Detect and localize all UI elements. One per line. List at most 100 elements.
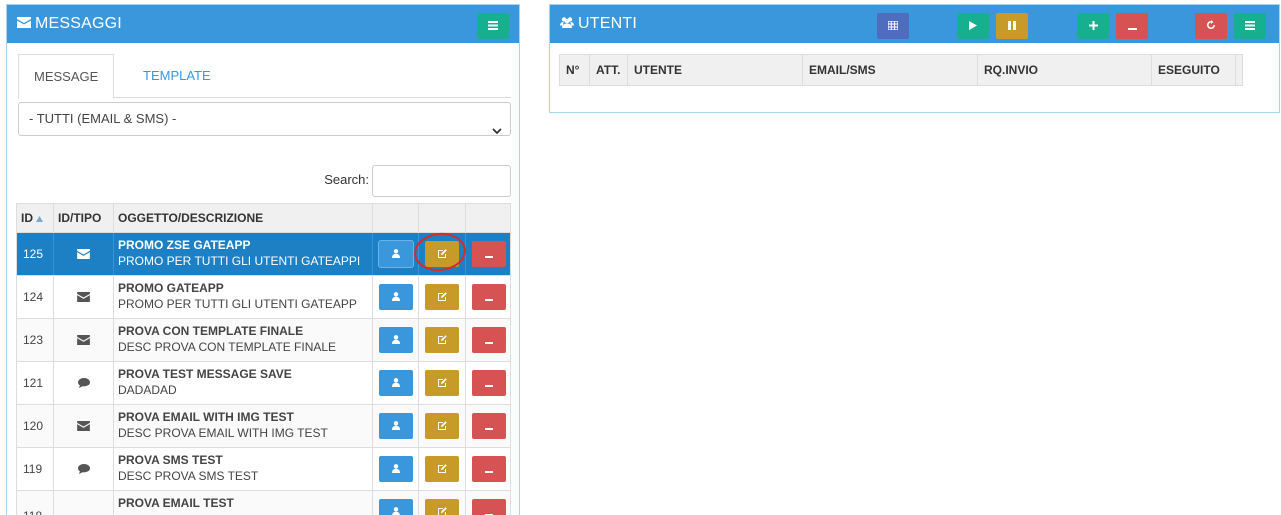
search-input[interactable] xyxy=(372,165,511,197)
add-user-button[interactable] xyxy=(1077,13,1109,39)
refresh-icon xyxy=(1206,17,1216,35)
row-id: 123 xyxy=(17,319,54,361)
play-button[interactable] xyxy=(957,13,989,39)
edit-button[interactable] xyxy=(425,327,459,353)
envelope-icon xyxy=(17,15,31,33)
row-description: PROVA EMAIL WITH IMG TEST DESC PROVA EMA… xyxy=(114,405,373,447)
users-button[interactable] xyxy=(379,370,413,396)
col-eseguito[interactable]: ESEGUITO xyxy=(1152,55,1236,85)
users-button[interactable] xyxy=(379,456,413,482)
row-subtitle: DESC PROVA CON TEMPLATE FINALE xyxy=(118,340,337,354)
row-title: PROVA EMAIL TEST xyxy=(118,496,234,510)
message-type-select[interactable]: - TUTTI (EMAIL & SMS) - xyxy=(18,102,511,136)
users-button[interactable] xyxy=(379,241,413,267)
sort-asc-icon xyxy=(36,211,44,225)
row-title: PROVA TEST MESSAGE SAVE xyxy=(118,367,292,381)
utenti-table-header: N° ATT. UTENTE EMAIL/SMS RQ.INVIO ESEGUI… xyxy=(559,54,1243,86)
col-rq-invio[interactable]: RQ.INVIO xyxy=(978,55,1152,85)
delete-button[interactable] xyxy=(472,413,506,439)
tab-message[interactable]: MESSAGE xyxy=(18,54,115,99)
utenti-menu-button[interactable] xyxy=(1234,13,1266,39)
col-utente[interactable]: UTENTE xyxy=(628,55,803,85)
col-n[interactable]: N° xyxy=(560,55,590,85)
row-description: PROVA SMS TEST DESC PROVA SMS TEST xyxy=(114,448,373,490)
edit-button[interactable] xyxy=(425,284,459,310)
remove-user-button[interactable] xyxy=(1116,13,1148,39)
row-title: PROVA EMAIL WITH IMG TEST xyxy=(118,410,294,424)
grid-view-button[interactable] xyxy=(877,13,909,39)
minus-icon xyxy=(1127,17,1137,35)
envelope-icon xyxy=(54,276,114,318)
edit-icon xyxy=(437,247,447,261)
envelope-icon xyxy=(54,491,114,515)
edit-icon xyxy=(437,462,447,476)
comment-icon xyxy=(54,362,114,404)
edit-icon xyxy=(437,333,447,347)
row-id: 120 xyxy=(17,405,54,447)
row-description: PROMO ZSE GATEAPP PROMO PER TUTTI GLI UT… xyxy=(114,233,373,275)
minus-icon xyxy=(485,247,493,261)
col-action-1 xyxy=(373,204,419,232)
table-row[interactable]: 125 PROMO ZSE GATEAPP PROMO PER TUTTI GL… xyxy=(16,233,511,276)
table-icon xyxy=(887,17,899,35)
tab-template[interactable]: TEMPLATE xyxy=(128,54,226,98)
delete-button[interactable] xyxy=(472,456,506,482)
delete-button[interactable] xyxy=(472,370,506,396)
messaggi-tabs: MESSAGE TEMPLATE xyxy=(18,54,511,99)
row-subtitle: PROMO PER TUTTI GLI UTENTI GATEAPPI xyxy=(118,254,361,268)
col-action-2 xyxy=(419,204,466,232)
users-button[interactable] xyxy=(379,327,413,353)
envelope-icon xyxy=(54,405,114,447)
edit-button[interactable] xyxy=(425,241,459,267)
users-icon xyxy=(560,15,574,33)
row-description: PROVA CON TEMPLATE FINALE DESC PROVA CON… xyxy=(114,319,373,361)
row-id: 119 xyxy=(17,448,54,490)
delete-button[interactable] xyxy=(472,499,506,515)
edit-button[interactable] xyxy=(425,499,459,515)
users-button[interactable] xyxy=(379,413,413,439)
comment-icon xyxy=(54,448,114,490)
col-att[interactable]: ATT. xyxy=(590,55,628,85)
pause-button[interactable] xyxy=(996,13,1028,39)
envelope-icon xyxy=(54,233,114,275)
envelope-icon xyxy=(54,319,114,361)
edit-button[interactable] xyxy=(425,413,459,439)
delete-button[interactable] xyxy=(472,327,506,353)
edit-button[interactable] xyxy=(425,370,459,396)
pause-icon xyxy=(1008,17,1016,35)
row-subtitle: DESC PROVA EMAIL WITH IMG TEST xyxy=(118,426,328,440)
table-row[interactable]: 118 PROVA EMAIL TEST xyxy=(16,491,511,515)
col-email-sms[interactable]: EMAIL/SMS xyxy=(803,55,978,85)
delete-button[interactable] xyxy=(472,284,506,310)
chevron-down-icon xyxy=(492,115,502,147)
table-row[interactable]: 124 PROMO GATEAPP PROMO PER TUTTI GLI UT… xyxy=(16,276,511,319)
bars-icon xyxy=(488,17,498,35)
col-oggetto-descrizione[interactable]: OGGETTO/DESCRIZIONE xyxy=(114,204,373,232)
edit-icon xyxy=(437,290,447,304)
search-label: Search: xyxy=(324,172,369,187)
message-type-selected: - TUTTI (EMAIL & SMS) - xyxy=(29,111,177,126)
messaggi-menu-button[interactable] xyxy=(477,13,509,39)
row-subtitle: DESC PROVA SMS TEST xyxy=(118,469,259,483)
col-id[interactable]: ID xyxy=(17,204,54,232)
row-id: 125 xyxy=(17,233,54,275)
row-title: PROVA SMS TEST xyxy=(118,453,223,467)
users-button[interactable] xyxy=(379,499,413,515)
refresh-button[interactable] xyxy=(1195,13,1227,39)
table-row[interactable]: 119 PROVA SMS TEST DESC PROVA SMS TEST xyxy=(16,448,511,491)
table-row[interactable]: 120 PROVA EMAIL WITH IMG TEST DESC PROVA… xyxy=(16,405,511,448)
row-title: PROMO GATEAPP xyxy=(118,281,224,295)
row-title: PROVA CON TEMPLATE FINALE xyxy=(118,324,304,338)
bars-icon xyxy=(1245,17,1255,35)
user-icon xyxy=(392,505,400,515)
edit-icon xyxy=(437,505,447,515)
edit-button[interactable] xyxy=(425,456,459,482)
col-id-tipo[interactable]: ID/TIPO xyxy=(54,204,114,232)
minus-icon xyxy=(485,505,493,515)
users-button[interactable] xyxy=(379,284,413,310)
user-icon xyxy=(392,290,400,304)
table-row[interactable]: 123 PROVA CON TEMPLATE FINALE DESC PROVA… xyxy=(16,319,511,362)
row-description: PROVA TEST MESSAGE SAVE DADADAD xyxy=(114,362,373,404)
table-row[interactable]: 121 PROVA TEST MESSAGE SAVE DADADAD xyxy=(16,362,511,405)
delete-button[interactable] xyxy=(472,241,506,267)
